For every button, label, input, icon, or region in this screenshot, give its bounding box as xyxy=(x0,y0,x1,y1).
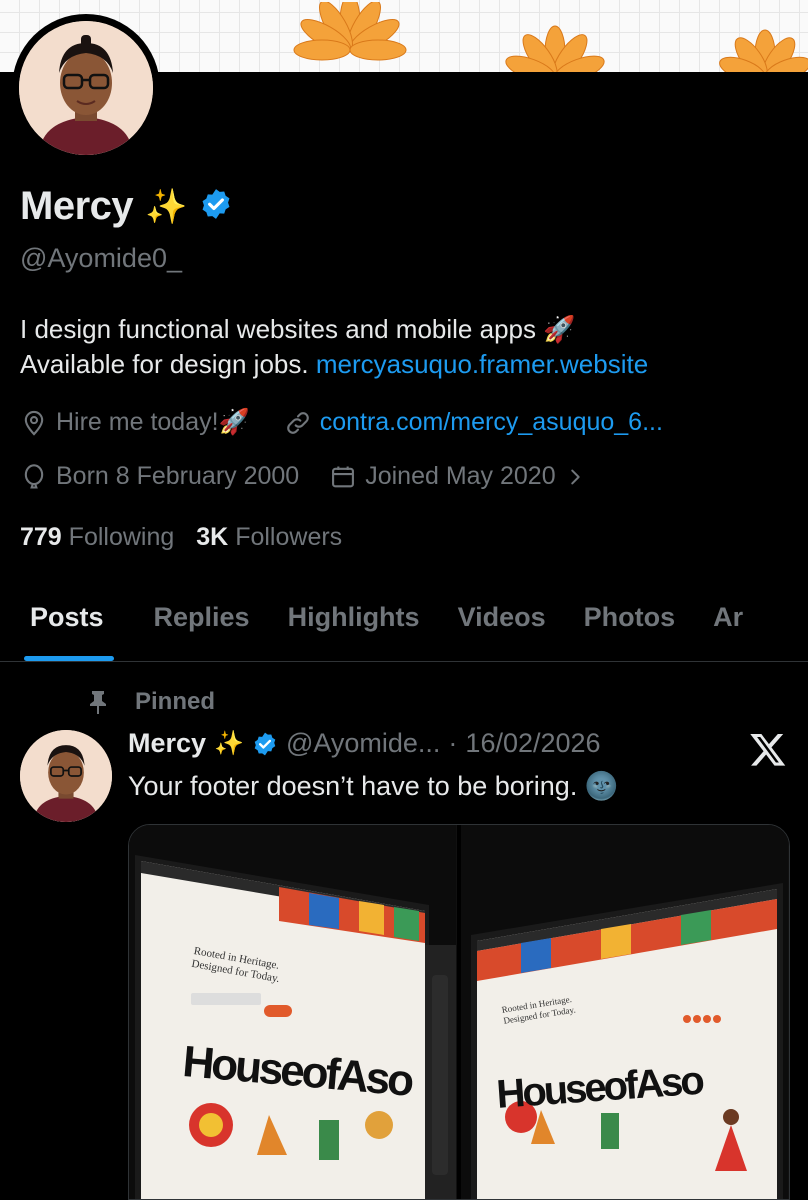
tab-highlights[interactable]: Highlights xyxy=(288,590,420,661)
joined-text: Joined May 2020 xyxy=(365,462,556,490)
profile-bio: I design functional websites and mobile … xyxy=(20,312,800,382)
tab-videos[interactable]: Videos xyxy=(458,590,546,661)
pin-icon xyxy=(90,691,106,714)
bio-line-1: I design functional websites and mobile … xyxy=(20,314,576,344)
location-item: Hire me today!🚀 xyxy=(20,408,250,437)
birthday-item: Born 8 February 2000 xyxy=(20,462,299,491)
profile-meta-row-1: Hire me today!🚀 contra.com/mercy_asuquo_… xyxy=(20,408,663,437)
birthday-text: Born 8 February 2000 xyxy=(56,462,300,490)
post-author-handle[interactable]: @Ayomide... xyxy=(286,728,440,759)
avatar-image xyxy=(19,21,153,155)
flower-decoration-icon xyxy=(719,29,808,72)
profile-name: Mercy xyxy=(20,184,134,228)
post-date[interactable]: 16/02/2026 xyxy=(465,728,600,759)
post-author-avatar[interactable] xyxy=(20,730,112,822)
sparkles-emoji: ✨ xyxy=(214,730,244,757)
calendar-icon xyxy=(332,466,355,487)
bio-link[interactable]: mercyasuquo.framer.website xyxy=(316,349,648,379)
post-text: Your footer doesn’t have to be boring. 🌚 xyxy=(128,771,619,801)
joined-item[interactable]: Joined May 2020 xyxy=(329,462,585,491)
tab-posts[interactable]: Posts xyxy=(24,590,114,661)
website-item[interactable]: contra.com/mercy_asuquo_6... xyxy=(284,408,663,437)
verified-icon[interactable] xyxy=(199,187,233,226)
balloon-icon xyxy=(24,463,44,489)
following-stat[interactable]: 779 Following xyxy=(20,523,174,552)
post-author-name[interactable]: Mercy xyxy=(128,728,206,759)
x-logo-icon[interactable] xyxy=(748,730,788,768)
flower-decoration-icon xyxy=(505,25,605,72)
sparkles-emoji: ✨ xyxy=(145,187,188,226)
pinned-label: Pinned xyxy=(135,688,216,715)
bio-line-2: Available for design jobs. mercyasuquo.f… xyxy=(20,349,649,379)
tab-replies[interactable]: Replies xyxy=(154,590,250,661)
active-tab-indicator xyxy=(24,656,114,661)
profile-handle: @Ayomide0_ xyxy=(20,243,182,273)
tab-articles[interactable]: Ar xyxy=(713,590,743,661)
website-link[interactable]: contra.com/mercy_asuquo_6... xyxy=(320,408,663,437)
link-icon xyxy=(286,411,309,434)
profile-tabs: Posts Replies Highlights Videos Photos A… xyxy=(0,590,808,662)
flower-decoration-icon xyxy=(293,2,407,61)
post-media[interactable]: Rooted in Heritage. Designed for Today. … xyxy=(128,824,790,1200)
post-photo-2[interactable]: Rooted in Heritage. Designed for Today. … xyxy=(461,825,789,1199)
tab-photos[interactable]: Photos xyxy=(584,590,676,661)
chevron-right-icon xyxy=(570,469,580,484)
profile-name-row: Mercy ✨ xyxy=(20,184,233,229)
pinned-indicator: Pinned xyxy=(88,688,215,716)
verified-icon[interactable] xyxy=(252,731,278,757)
location-text: Hire me today!🚀 xyxy=(56,408,250,436)
profile-avatar[interactable] xyxy=(12,14,160,162)
post-photo-1[interactable]: Rooted in Heritage. Designed for Today. … xyxy=(129,825,457,1199)
location-icon xyxy=(24,410,44,436)
profile-meta-row-2: Born 8 February 2000 Joined May 2020 xyxy=(20,462,586,491)
follow-stats: 779 Following 3K Followers xyxy=(20,523,342,552)
followers-stat[interactable]: 3K Followers xyxy=(196,523,342,552)
post-header: Mercy ✨ @Ayomide... · 16/02/2026 xyxy=(128,728,601,759)
post-separator: · xyxy=(448,728,458,758)
